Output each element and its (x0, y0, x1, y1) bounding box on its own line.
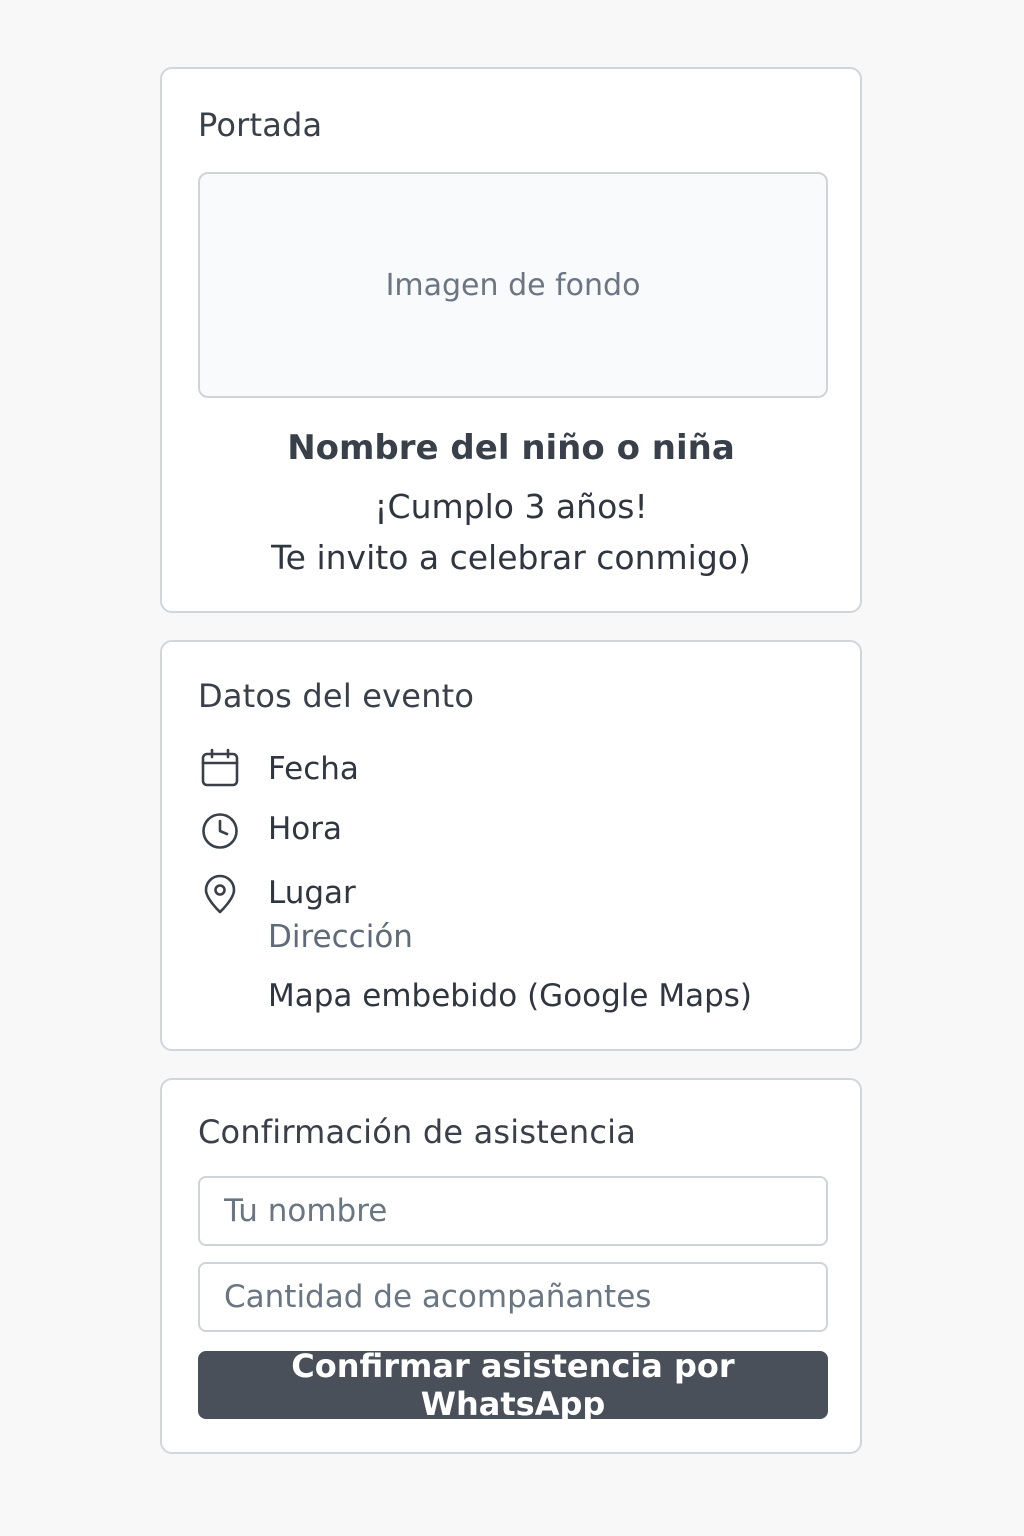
rsvp-title: Confirmación de asistencia (198, 1113, 637, 1151)
companions-count-input[interactable] (198, 1262, 828, 1332)
clock-icon (202, 813, 238, 849)
guest-name-input[interactable] (198, 1176, 828, 1246)
invitation-message: Te invito a celebrar conmigo) (271, 538, 751, 577)
rsvp-card: Confirmación de asistencia Confirmar asi… (160, 1078, 862, 1454)
event-details-card: Datos del evento Fecha Hora Lugar Direcc… (160, 640, 862, 1051)
event-date-label: Fecha (268, 751, 359, 787)
birthday-message: ¡Cumplo 3 años! (374, 487, 648, 526)
event-details-title: Datos del evento (198, 677, 475, 715)
child-name: Nombre del niño o niña (287, 428, 735, 468)
location-pin-icon (204, 874, 236, 914)
confirm-whatsapp-button[interactable]: Confirmar asistencia por WhatsApp (198, 1347, 828, 1423)
cover-card: Portada Imagen de fondo Nombre del niño … (160, 67, 862, 613)
calendar-icon (201, 748, 239, 787)
event-time-label: Hora (268, 811, 343, 847)
background-image-label: Imagen de fondo (385, 267, 641, 303)
background-image-placeholder[interactable]: Imagen de fondo (198, 172, 828, 398)
event-address: Dirección (268, 919, 413, 955)
embedded-map-placeholder[interactable]: Mapa embebido (Google Maps) (268, 981, 752, 1012)
cover-card-title: Portada (198, 106, 323, 144)
event-place-label: Lugar (268, 875, 356, 911)
